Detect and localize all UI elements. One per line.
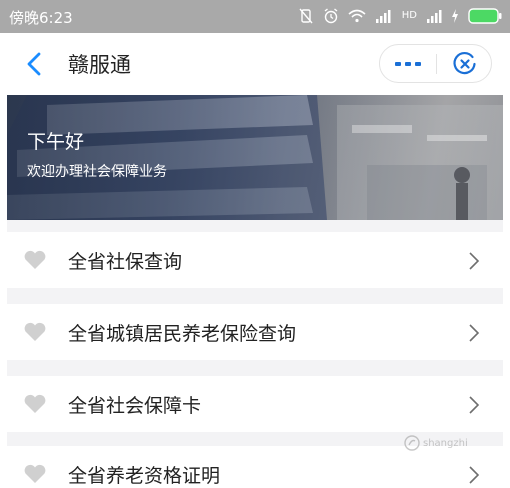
watermark: shangzhi <box>404 432 504 454</box>
page-title: 赣服通 <box>68 53 131 77</box>
status-time: 傍晚6:23 <box>9 9 73 27</box>
status-bar: 傍晚6:23 HD <box>0 0 510 33</box>
banner-subtitle: 欢迎办理社会保障业务 <box>27 164 167 180</box>
list-item-resident-pension-query[interactable]: 全省城镇居民养老保险查询 <box>7 304 503 360</box>
heart-icon <box>24 322 46 341</box>
more-dots-icon <box>395 61 421 66</box>
vibrate-mode-icon <box>299 8 313 24</box>
close-button[interactable] <box>437 45 493 82</box>
heart-icon <box>24 250 46 269</box>
list-item-label: 全省养老资格证明 <box>68 465 221 487</box>
section-divider <box>7 360 503 376</box>
charging-icon <box>452 9 458 23</box>
chevron-right-icon <box>469 324 480 342</box>
nav-bar: 赣服通 <box>0 33 510 95</box>
list-item-social-security-query[interactable]: 全省社保查询 <box>7 232 503 288</box>
watermark-text: shangzhi <box>423 437 468 449</box>
mini-program-close-icon <box>453 51 476 74</box>
battery-icon <box>468 8 502 24</box>
chevron-right-icon <box>469 252 480 270</box>
watermark-logo-icon <box>404 435 420 451</box>
status-icons: HD <box>298 6 502 26</box>
section-divider <box>7 220 503 232</box>
banner-shade <box>7 95 503 220</box>
section-divider <box>7 288 503 304</box>
wifi-icon <box>348 9 366 23</box>
signal-strength-icon-2 <box>427 10 442 23</box>
back-arrow-icon <box>27 52 41 76</box>
list-item-social-security-card[interactable]: 全省社会保障卡 <box>7 376 503 432</box>
alarm-clock-icon <box>324 8 338 24</box>
list-item-label: 全省城镇居民养老保险查询 <box>68 323 297 345</box>
heart-icon <box>24 464 46 483</box>
list-item-label: 全省社会保障卡 <box>68 395 202 417</box>
more-button[interactable] <box>380 45 436 82</box>
back-button[interactable] <box>20 49 50 79</box>
signal-strength-icon <box>375 10 391 23</box>
chevron-right-icon <box>469 396 480 414</box>
banner-greeting: 下午好 <box>27 131 85 153</box>
banner: 下午好 欢迎办理社会保障业务 <box>7 95 503 220</box>
heart-icon <box>24 394 46 413</box>
hd-label: HD <box>401 10 417 21</box>
mini-program-capsule <box>379 44 492 83</box>
chevron-right-icon <box>469 466 480 484</box>
list-item-label: 全省社保查询 <box>68 251 183 273</box>
